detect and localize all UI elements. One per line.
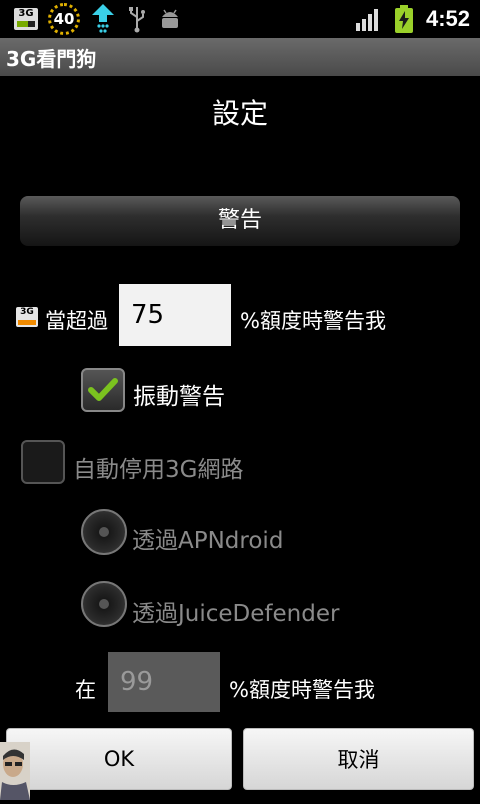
clock: 4:52: [425, 6, 470, 31]
threshold-input[interactable]: 75: [119, 284, 231, 346]
vibrate-checkbox[interactable]: [81, 368, 125, 412]
status-bar: 3G 40 4:52: [0, 0, 480, 38]
second-threshold-suffix: %額度時警告我: [229, 678, 375, 702]
upload-arrow-icon: [92, 4, 114, 33]
battery-charging-icon: [394, 5, 413, 33]
vibrate-label[interactable]: 振動警告: [133, 377, 225, 411]
avatar: [0, 742, 30, 800]
person-icon: [0, 749, 30, 800]
section-header-label: 警告: [217, 208, 262, 233]
threshold-suffix: %額度時警告我: [240, 309, 386, 333]
radio-apndroid[interactable]: [81, 509, 127, 555]
android-debug-icon: [162, 9, 178, 28]
data-gauge-icon: 40: [48, 3, 80, 35]
section-header-warning: 警告: [20, 196, 460, 246]
threshold-prefix: 當超過: [45, 309, 108, 333]
app-title: 3G看門狗: [6, 46, 97, 71]
data-counter: 40: [53, 10, 75, 28]
signal-icon: [355, 9, 378, 31]
disable-3g-label[interactable]: 自動停用3G網路: [73, 450, 243, 484]
radio-apndroid-label[interactable]: 透過APNdroid: [132, 521, 283, 555]
radio-juicedefender-label[interactable]: 透過JuiceDefender: [132, 594, 339, 628]
second-threshold-input[interactable]: 99: [108, 652, 220, 712]
disable-3g-checkbox[interactable]: [21, 440, 65, 484]
ok-button-label: OK: [103, 747, 135, 771]
3g-usage-icon: 3G: [16, 307, 38, 327]
radio-juicedefender[interactable]: [81, 581, 127, 627]
ok-button[interactable]: OK: [6, 728, 232, 790]
dialog-title: 設定: [211, 97, 268, 130]
second-threshold-prefix: 在: [75, 678, 96, 702]
checkmark-icon: [88, 378, 118, 401]
usb-icon: [129, 7, 145, 33]
cancel-button-label: 取消: [337, 748, 380, 772]
app-title-bar: 3G看門狗: [0, 38, 480, 76]
cancel-button[interactable]: 取消: [243, 728, 474, 790]
3g-data-icon: 3G: [14, 8, 38, 30]
